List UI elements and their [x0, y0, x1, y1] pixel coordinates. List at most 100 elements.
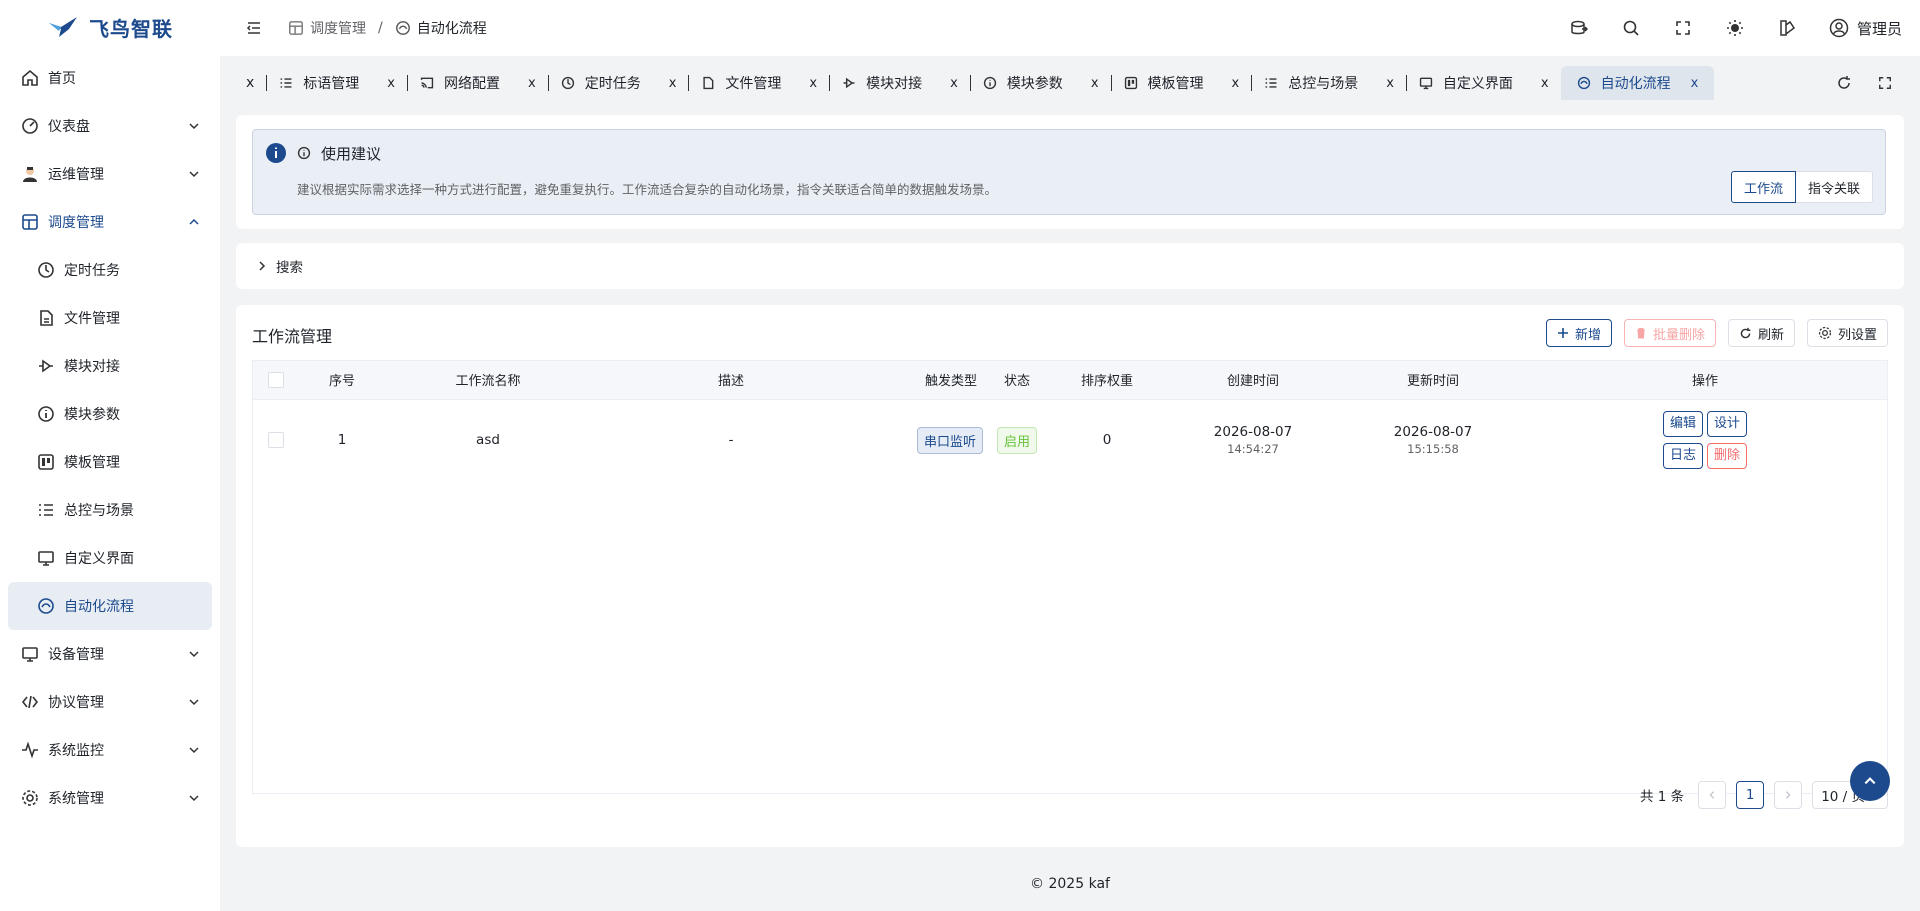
- sidebar-item-scheduled-tasks[interactable]: 定时任务: [0, 246, 220, 294]
- breadcrumb-separator: /: [378, 20, 383, 36]
- column-header: 触发类型: [871, 361, 983, 400]
- logo[interactable]: 飞鸟智联: [0, 0, 220, 54]
- tab-module-params[interactable]: 模块参数 x: [971, 66, 1111, 100]
- next-page-button[interactable]: [1774, 781, 1803, 809]
- tab-automation[interactable]: 自动化流程 x: [1560, 66, 1715, 100]
- sidebar-item-devices[interactable]: 设备管理: [0, 630, 220, 678]
- collapse-menu-icon[interactable]: [246, 20, 262, 36]
- design-button[interactable]: 设计: [1707, 411, 1748, 438]
- list-icon: [36, 500, 56, 520]
- mode-command-link-button[interactable]: 指令关联: [1795, 171, 1873, 203]
- code-icon: [20, 692, 40, 712]
- tab-files[interactable]: 文件管理 x: [689, 66, 829, 100]
- breadcrumb-item[interactable]: 调度管理: [310, 18, 366, 38]
- page-number[interactable]: 1: [1736, 781, 1765, 809]
- tab-close-button[interactable]: x: [1386, 76, 1394, 91]
- column-header: 序号: [299, 361, 385, 400]
- sidebar-item-automation[interactable]: 自动化流程: [8, 582, 212, 630]
- add-button[interactable]: 新增: [1545, 319, 1612, 347]
- select-all-checkbox[interactable]: [268, 371, 284, 388]
- sidebar-item-dashboard[interactable]: 仪表盘: [0, 102, 220, 150]
- database-switch-icon[interactable]: [1569, 18, 1589, 38]
- column-settings-button-label: 列设置: [1837, 327, 1877, 343]
- tab-label: 网络配置: [444, 76, 500, 92]
- sidebar-item-control-scenes[interactable]: 总控与场景: [0, 486, 220, 534]
- device-icon: [20, 644, 40, 664]
- tab-control-scenes[interactable]: 总控与场景 x: [1252, 66, 1406, 100]
- search-icon[interactable]: [1621, 18, 1641, 38]
- tab-label: 文件管理: [725, 76, 782, 92]
- tab-network[interactable]: 网络配置 x: [408, 66, 548, 100]
- tab-close-button[interactable]: x: [809, 76, 817, 91]
- tab-partial[interactable]: x: [234, 66, 266, 100]
- sidebar-item-module-params[interactable]: 模块参数: [0, 390, 220, 438]
- sidebar-item-protocols[interactable]: 协议管理: [0, 678, 220, 726]
- sidebar-item-system[interactable]: 系统管理: [0, 774, 220, 822]
- mode-workflow-button[interactable]: 工作流: [1730, 171, 1796, 203]
- log-button[interactable]: 日志: [1662, 443, 1703, 470]
- tab-module-dock[interactable]: 模块对接 x: [830, 66, 970, 100]
- chevron-right-icon: [259, 261, 266, 271]
- created-date: 2026-08-07: [1213, 424, 1293, 441]
- tab-close-button[interactable]: x: [1541, 76, 1549, 91]
- prev-page-button[interactable]: [1698, 781, 1727, 809]
- trash-icon: [1636, 328, 1645, 339]
- column-settings-button[interactable]: 列设置: [1806, 319, 1888, 347]
- tab-slogan[interactable]: 标语管理 x: [267, 66, 407, 100]
- sidebar-item-files[interactable]: 文件管理: [0, 294, 220, 342]
- tab-custom-ui[interactable]: 自定义界面 x: [1407, 66, 1561, 100]
- tab-close-button[interactable]: x: [669, 76, 677, 91]
- user-avatar-icon: [1829, 18, 1849, 38]
- refresh-button[interactable]: 刷新: [1727, 319, 1795, 347]
- tab-label: 自动化流程: [1600, 76, 1671, 92]
- theme-palette-icon[interactable]: [1777, 18, 1797, 38]
- tab-close-button[interactable]: x: [950, 76, 958, 91]
- reload-icon[interactable]: [1836, 75, 1852, 91]
- tab-label: 模板管理: [1147, 76, 1204, 92]
- sidebar-item-templates[interactable]: 模板管理: [0, 438, 220, 486]
- row-index: 1: [337, 432, 347, 449]
- column-header: 创建时间: [1163, 361, 1343, 400]
- sidebar-item-custom-ui[interactable]: 自定义界面: [0, 534, 220, 582]
- user-menu[interactable]: 管理员: [1829, 18, 1902, 39]
- plus-icon: [1557, 328, 1568, 338]
- tab-close-button[interactable]: x: [1232, 76, 1240, 91]
- tab-close-partial[interactable]: x: [246, 75, 254, 91]
- maximize-icon[interactable]: [1878, 76, 1892, 90]
- tab-templates[interactable]: 模板管理 x: [1112, 66, 1252, 100]
- batch-delete-button-label: 批量删除: [1652, 327, 1705, 343]
- search-card[interactable]: 搜索: [236, 243, 1904, 289]
- sidebar-item-label: 系统管理: [48, 791, 104, 807]
- fullscreen-icon[interactable]: [1673, 18, 1693, 38]
- workflow-icon: [36, 596, 56, 616]
- edit-button[interactable]: 编辑: [1662, 411, 1703, 438]
- updated-date: 2026-08-07: [1393, 424, 1473, 441]
- delete-button[interactable]: 删除: [1707, 443, 1748, 470]
- tab-close-button[interactable]: x: [1091, 76, 1099, 91]
- notice-card: 使用建议 建议根据实际需求选择一种方式进行配置，避免重复执行。工作流适合复杂的自…: [236, 115, 1904, 229]
- tab-close-button[interactable]: x: [387, 76, 395, 91]
- clock-icon: [561, 76, 574, 90]
- chevron-up-icon: [1864, 777, 1876, 785]
- sidebar-item-label: 运维管理: [48, 167, 104, 183]
- sidebar-item-ops[interactable]: 运维管理: [0, 150, 220, 198]
- row-checkbox[interactable]: [268, 432, 284, 449]
- sidebar-item-label: 系统监控: [48, 743, 104, 759]
- sun-icon[interactable]: [1725, 18, 1745, 38]
- mode-switch: 工作流 指令关联: [1730, 171, 1873, 203]
- sidebar-item-module-dock[interactable]: 模块对接: [0, 342, 220, 390]
- sidebar-item-scheduling[interactable]: 调度管理: [0, 198, 220, 246]
- tab-close-button[interactable]: x: [528, 76, 536, 91]
- notice-title: 使用建议: [321, 144, 382, 163]
- layout-icon: [289, 21, 303, 35]
- batch-delete-button[interactable]: 批量删除: [1623, 319, 1716, 347]
- sidebar-item-monitoring[interactable]: 系统监控: [0, 726, 220, 774]
- back-to-top-button[interactable]: [1850, 761, 1890, 801]
- gauge-icon: [20, 116, 40, 136]
- sidebar-item-home[interactable]: 首页: [0, 54, 220, 102]
- tab-scheduled-tasks[interactable]: 定时任务 x: [549, 66, 689, 100]
- chevron-down-icon: [189, 171, 199, 178]
- template-icon: [1124, 76, 1137, 90]
- tab-close-button[interactable]: x: [1691, 76, 1699, 91]
- person-icon: [20, 164, 40, 184]
